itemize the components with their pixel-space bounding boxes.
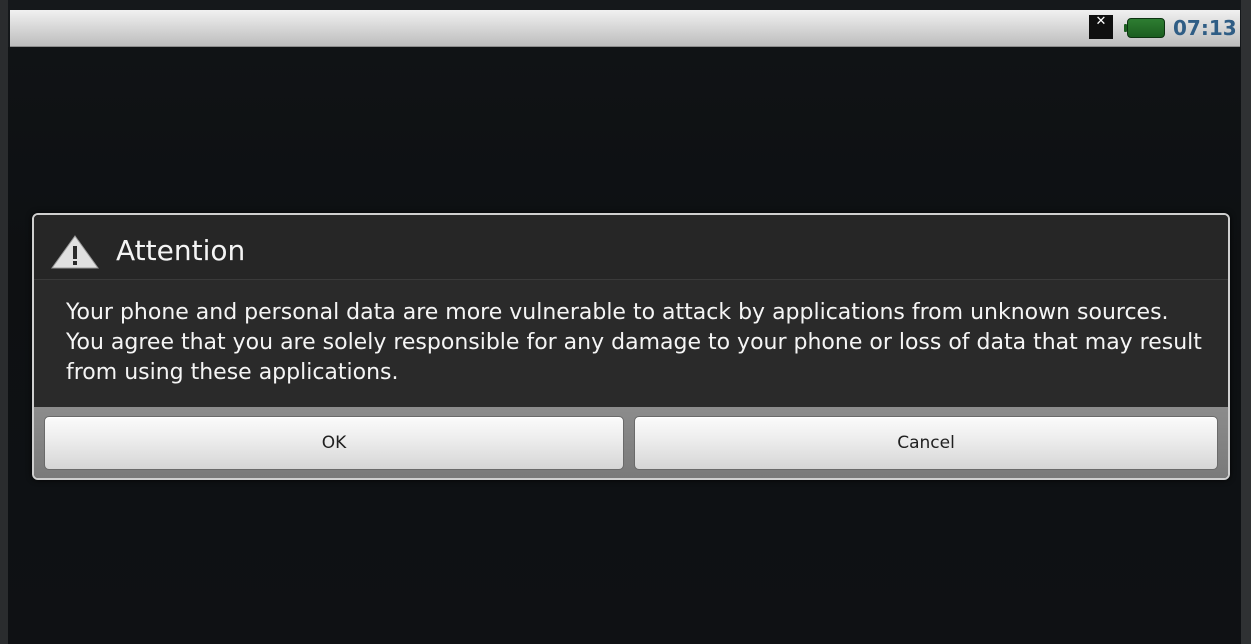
- title-divider: [34, 279, 1228, 280]
- dialog-message: Your phone and personal data are more vu…: [66, 300, 1202, 385]
- dialog-title-bar: Attention: [34, 215, 1228, 279]
- ok-button[interactable]: OK: [44, 416, 624, 470]
- device-screen: ✕ 07:13 Attention Your phone and persona…: [0, 0, 1251, 644]
- warning-icon: [51, 235, 99, 269]
- dialog-title: Attention: [116, 234, 246, 267]
- battery-icon: [1124, 18, 1165, 38]
- attention-dialog: Attention Your phone and personal data a…: [32, 213, 1230, 480]
- close-x-icon[interactable]: ✕: [1089, 15, 1113, 39]
- status-bar[interactable]: ✕ 07:13: [10, 10, 1240, 47]
- dialog-button-bar: OK Cancel: [34, 407, 1228, 478]
- status-clock: 07:13: [1173, 16, 1237, 40]
- cancel-button[interactable]: Cancel: [634, 416, 1218, 470]
- screen-bezel-right: [1241, 0, 1251, 644]
- screen-bezel-left: [0, 0, 8, 644]
